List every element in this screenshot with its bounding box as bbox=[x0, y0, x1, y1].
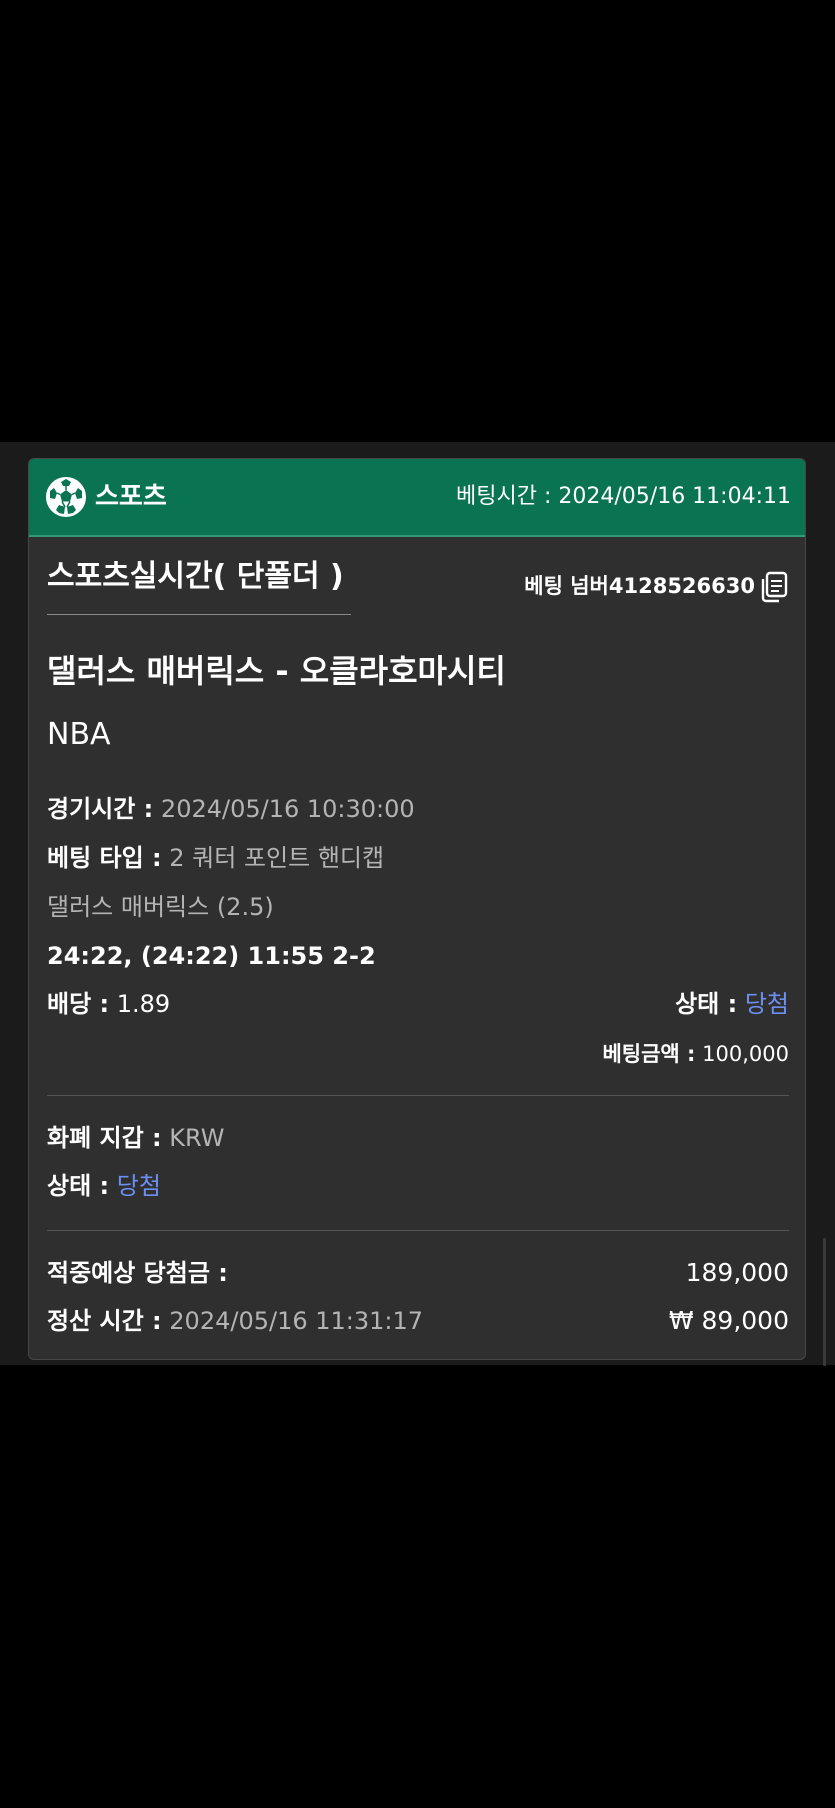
copy-icon[interactable] bbox=[759, 571, 789, 603]
currency-row: 화폐 지갑 : KRW bbox=[47, 1121, 224, 1155]
league-name: NBA bbox=[47, 717, 111, 752]
section-divider bbox=[47, 1095, 789, 1096]
bet-title: 스포츠실시간( 단폴더 ) bbox=[47, 559, 344, 594]
category-label: 스포츠 bbox=[95, 482, 167, 512]
wallet-status-label: 상태 : bbox=[47, 1172, 110, 1200]
settle-time-label: 정산 시간 : bbox=[47, 1307, 162, 1335]
expected-win-label-text: 적중예상 당첨금 : bbox=[47, 1259, 228, 1287]
bet-type-value: 2 쿼터 포인트 핸디캡 bbox=[169, 844, 385, 872]
bet-number-label: 베팅 넘버 bbox=[524, 574, 609, 598]
title-divider bbox=[47, 614, 351, 615]
status-badge: 당첨 bbox=[744, 990, 789, 1018]
bet-time: 베팅시간 : 2024/05/16 11:04:11 bbox=[456, 481, 791, 513]
status-label: 상태 : bbox=[675, 990, 738, 1018]
expected-win-label: 적중예상 당첨금 : bbox=[47, 1256, 228, 1290]
section-divider bbox=[47, 1230, 789, 1231]
settle-time-row: 정산 시간 : 2024/05/16 11:31:17 bbox=[47, 1304, 423, 1338]
bet-type-row: 베팅 타입 : 2 쿼터 포인트 핸디캡 bbox=[47, 841, 384, 875]
status-row: 상태 : 당첨 bbox=[675, 987, 789, 1021]
game-time-label: 경기시간 : bbox=[47, 795, 154, 823]
bet-number-value: 4128526630 bbox=[608, 574, 755, 598]
bet-time-label: 베팅시간 : bbox=[456, 484, 552, 509]
card-header: 스포츠 베팅시간 : 2024/05/16 11:04:11 bbox=[29, 459, 805, 537]
soccer-ball-icon bbox=[46, 477, 86, 517]
selection: 댈러스 매버릭스 (2.5) bbox=[47, 893, 274, 921]
bet-time-value: 2024/05/16 11:04:11 bbox=[558, 484, 791, 509]
bet-slip-card: 스포츠 베팅시간 : 2024/05/16 11:04:11 스포츠실시간( 단… bbox=[28, 458, 806, 1360]
bet-number: 베팅 넘버4128526630 bbox=[524, 571, 755, 601]
expected-win-value: 189,000 bbox=[685, 1258, 789, 1287]
bet-amount-label: 베팅금액 : bbox=[602, 1042, 696, 1066]
bet-amount-row: 베팅금액 : 100,000 bbox=[602, 1037, 789, 1071]
bet-amount-value: 100,000 bbox=[702, 1042, 789, 1066]
wallet-status-badge: 당첨 bbox=[116, 1172, 161, 1200]
score-line: 24:22, (24:22) 11:55 2-2 bbox=[47, 942, 376, 970]
settle-time-value: 2024/05/16 11:31:17 bbox=[169, 1307, 424, 1335]
odds-label: 배당 : bbox=[47, 990, 110, 1018]
profit-value: ₩ 89,000 bbox=[668, 1306, 789, 1335]
scrollbar[interactable] bbox=[823, 1238, 826, 1366]
odds-value: 1.89 bbox=[116, 990, 171, 1018]
match-name: 댈러스 매버릭스 - 오클라호마시티 bbox=[47, 652, 506, 690]
wallet-status-row: 상태 : 당첨 bbox=[47, 1169, 161, 1203]
bet-type-label: 베팅 타입 : bbox=[47, 844, 162, 872]
currency-value: KRW bbox=[169, 1124, 225, 1152]
odds-row: 배당 : 1.89 bbox=[47, 987, 170, 1021]
currency-label: 화폐 지갑 : bbox=[47, 1124, 162, 1152]
game-time-row: 경기시간 : 2024/05/16 10:30:00 bbox=[47, 792, 415, 826]
game-time-value: 2024/05/16 10:30:00 bbox=[160, 795, 415, 823]
